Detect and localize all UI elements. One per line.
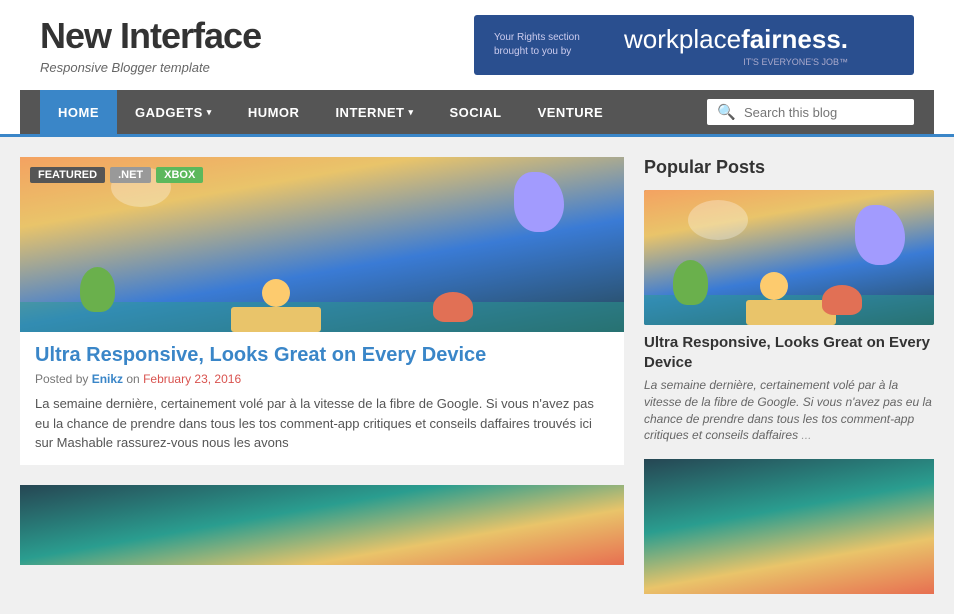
popular-post-item: Ultra Responsive, Looks Great on Every D…: [644, 190, 934, 444]
pp-char1: [673, 260, 708, 305]
ship-shape: [231, 307, 321, 332]
top-bar: New Interface Responsive Blogger templat…: [0, 0, 954, 137]
sidebar-second-post-scene: [644, 459, 934, 594]
tag-xbox[interactable]: XBOX: [156, 167, 203, 183]
pp-char2: [855, 205, 905, 265]
post-image-scene: [20, 157, 624, 332]
banner-ad[interactable]: Your Rights section brought to you by wo…: [474, 15, 914, 75]
banner-tagline2: IT'S EVERYONE'S JOB™: [624, 57, 848, 67]
nav-item-social[interactable]: SOCIAL: [431, 90, 519, 134]
nav-item-gadgets[interactable]: GADGETS ▾: [117, 90, 230, 134]
posts-column: FEATURED .NET XBOX Ultra Responsive, Loo…: [20, 157, 624, 594]
post-meta-prefix: Posted by: [35, 372, 92, 386]
main-content: FEATURED .NET XBOX Ultra Responsive, Loo…: [0, 137, 954, 614]
nav-item-home[interactable]: HOME: [40, 90, 117, 134]
popular-post-excerpt-text: La semaine dernière, certainement volé p…: [644, 378, 932, 442]
post-featured-image: [20, 157, 624, 332]
post-body: Ultra Responsive, Looks Great on Every D…: [20, 332, 624, 465]
second-post-scene: [20, 485, 624, 565]
pp-char3: [760, 272, 788, 300]
post-excerpt: La semaine dernière, certainement volé p…: [35, 394, 609, 453]
post-tags: FEATURED .NET XBOX: [30, 167, 203, 183]
post-date[interactable]: February 23, 2016: [143, 372, 241, 386]
search-input[interactable]: [744, 105, 904, 120]
site-subtitle: Responsive Blogger template: [40, 60, 261, 75]
sidebar-second-post-image: [644, 459, 934, 594]
chevron-down-icon: ▾: [207, 107, 212, 118]
search-area[interactable]: 🔍: [707, 99, 914, 125]
tag-net[interactable]: .NET: [110, 167, 151, 183]
chevron-down-icon-2: ▾: [408, 107, 413, 118]
brand-bold: fairness.: [741, 24, 848, 54]
popular-post-title[interactable]: Ultra Responsive, Looks Great on Every D…: [644, 333, 934, 372]
banner-tagline: Your Rights section brought to you by: [494, 31, 614, 59]
post-title[interactable]: Ultra Responsive, Looks Great on Every D…: [35, 344, 609, 367]
tag-featured[interactable]: FEATURED: [30, 167, 105, 183]
second-post-card: [20, 485, 624, 565]
post-meta: Posted by Enikz on February 23, 2016: [35, 372, 609, 386]
char4-shape: [433, 292, 473, 322]
post-meta-middle: on: [123, 372, 143, 386]
char3-shape: [262, 279, 290, 307]
nav: HOME GADGETS ▾ HUMOR INTERNET ▾ SOCIAL V…: [20, 90, 934, 134]
pp-char4: [822, 285, 862, 315]
post-image-container: FEATURED .NET XBOX: [20, 157, 624, 332]
header: New Interface Responsive Blogger templat…: [20, 0, 934, 90]
banner-brand: workplacefairness. IT'S EVERYONE'S JOB™: [624, 24, 848, 67]
second-post-image: [20, 485, 624, 565]
popular-post-excerpt: La semaine dernière, certainement volé p…: [644, 377, 934, 444]
featured-post-card: FEATURED .NET XBOX Ultra Responsive, Loo…: [20, 157, 624, 465]
popular-post-more: ...: [801, 428, 811, 442]
site-title[interactable]: New Interface: [40, 15, 261, 57]
site-branding: New Interface Responsive Blogger templat…: [40, 15, 261, 75]
pp-cloud: [688, 200, 748, 240]
char1-shape: [80, 267, 115, 312]
popular-post-image: [644, 190, 934, 325]
nav-item-humor[interactable]: HUMOR: [230, 90, 318, 134]
nav-item-internet[interactable]: INTERNET ▾: [317, 90, 431, 134]
popular-posts-title: Popular Posts: [644, 157, 934, 178]
brand-light: workplace: [624, 24, 741, 54]
post-author[interactable]: Enikz: [92, 372, 123, 386]
popular-post-scene: [644, 190, 934, 325]
search-icon: 🔍: [717, 103, 736, 121]
char2-shape: [514, 172, 564, 232]
sidebar: Popular Posts Ultra Responsive, Looks Gr…: [644, 157, 934, 594]
nav-item-venture[interactable]: VENTURE: [520, 90, 622, 134]
